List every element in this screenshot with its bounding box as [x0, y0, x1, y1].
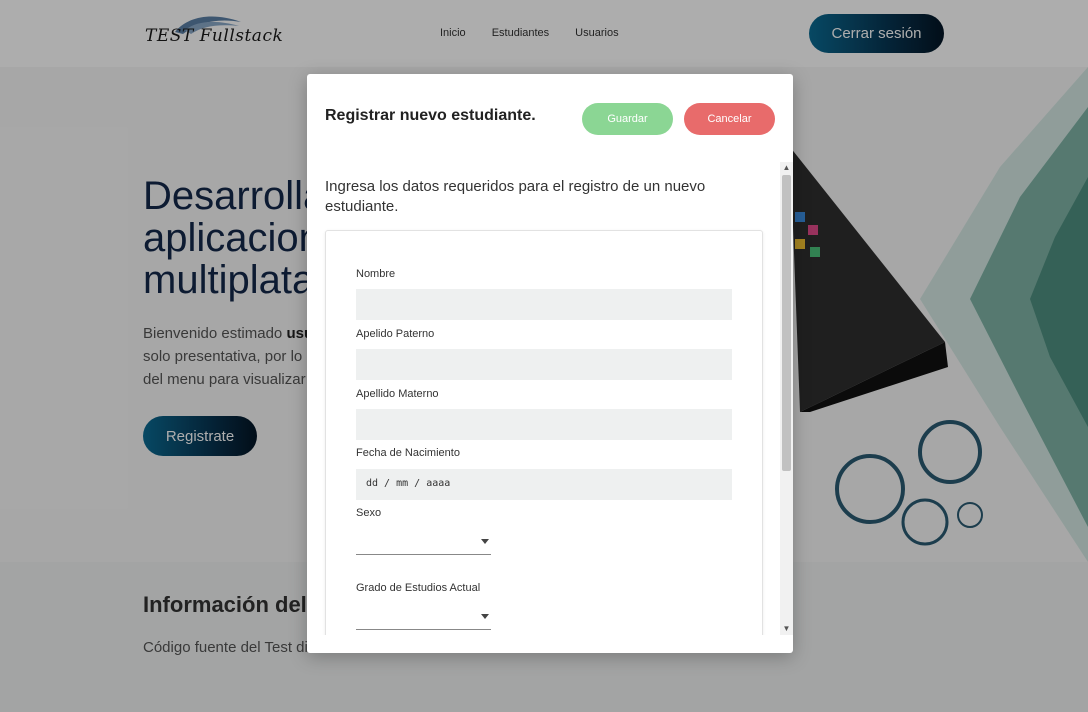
grado-label: Grado de Estudios Actual: [356, 582, 481, 594]
sexo-label: Sexo: [356, 507, 382, 519]
apellido-materno-label: Apellido Materno: [356, 388, 439, 400]
modal-body[interactable]: Ingresa los datos requeridos para el reg…: [307, 162, 793, 635]
fecha-nacimiento-label: Fecha de Nacimiento: [356, 447, 460, 459]
nombre-label: Nombre: [356, 268, 396, 280]
chevron-down-icon: [481, 539, 489, 544]
fecha-nacimiento-input[interactable]: dd / mm / aaaa: [356, 469, 732, 500]
scroll-thumb[interactable]: [782, 175, 791, 471]
student-form: Nombre Apelido Paterno Apellido Materno …: [325, 230, 763, 635]
scroll-down-icon[interactable]: ▼: [780, 623, 793, 635]
grado-select[interactable]: [356, 606, 491, 630]
modal-title: Registrar nuevo estudiante.: [325, 107, 536, 124]
modal-intro: Ingresa los datos requeridos para el reg…: [325, 178, 706, 215]
nombre-input[interactable]: [356, 289, 732, 320]
save-button[interactable]: Guardar: [582, 103, 673, 135]
apellido-paterno-input[interactable]: [356, 349, 732, 380]
register-student-modal: Registrar nuevo estudiante. Guardar Canc…: [307, 74, 793, 653]
sexo-select[interactable]: [356, 531, 491, 555]
apellido-paterno-label: Apelido Paterno: [356, 328, 435, 340]
modal-scrollbar[interactable]: ▲ ▼: [780, 162, 793, 635]
cancel-button[interactable]: Cancelar: [684, 103, 775, 135]
apellido-materno-input[interactable]: [356, 409, 732, 440]
chevron-down-icon: [481, 614, 489, 619]
date-placeholder: dd / mm / aaaa: [366, 478, 451, 489]
scroll-up-icon[interactable]: ▲: [780, 162, 793, 174]
